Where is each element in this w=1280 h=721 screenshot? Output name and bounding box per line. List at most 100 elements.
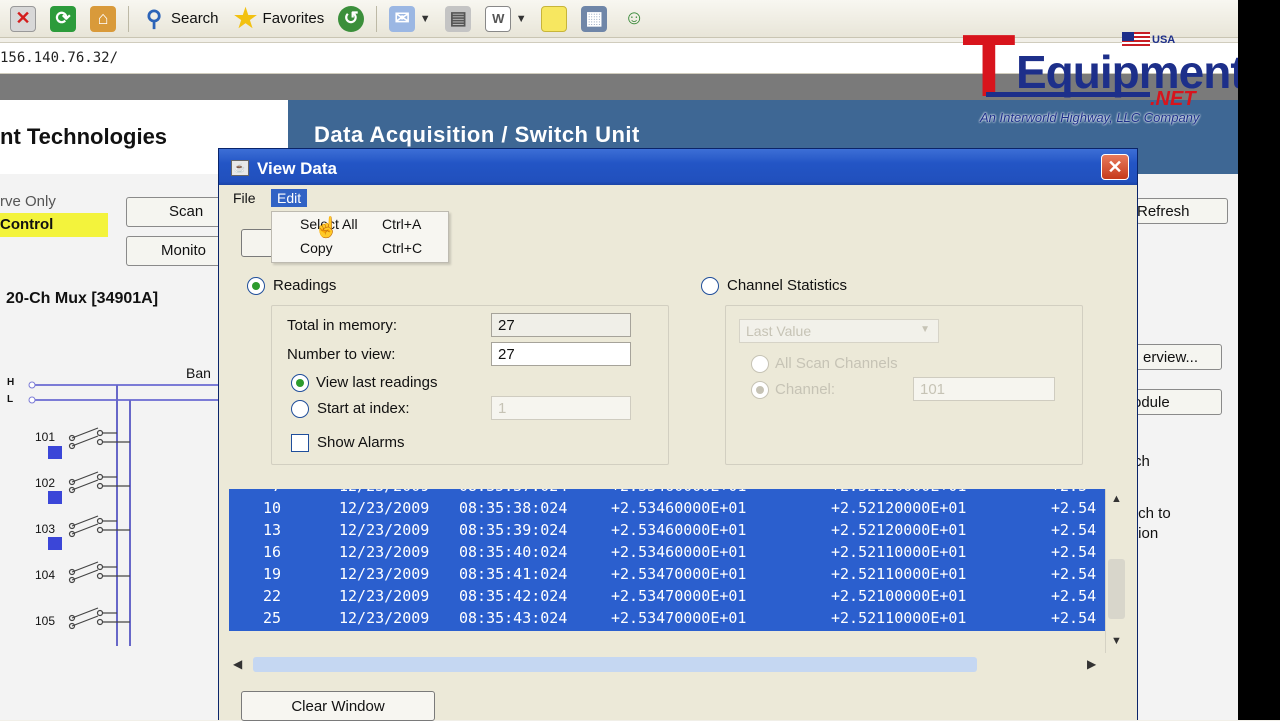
note-icon (541, 5, 568, 32)
refresh-browser-button[interactable]: ⟳ (46, 3, 80, 35)
messenger-button[interactable]: ☺ (617, 3, 651, 35)
clear-window-button[interactable]: Clear Window (241, 691, 435, 721)
search-icon: ⚲ (145, 5, 163, 31)
overview-button[interactable]: erview... (1128, 344, 1222, 370)
data-cell-time: 08:35:43:024 (459, 609, 568, 627)
channel-state-102[interactable] (48, 491, 62, 504)
observe-mode-label[interactable]: rve Only (0, 193, 56, 210)
tequipment-logo: T USA Equipment .NET An Interworld Highw… (962, 22, 1252, 132)
logo-underline (986, 92, 1150, 97)
home-button[interactable]: ⌂ (86, 3, 120, 35)
number-to-view-field[interactable]: 27 (491, 342, 631, 366)
favorites-button[interactable]: ★ Favorites (229, 3, 329, 35)
research-button[interactable]: ▦ (577, 3, 611, 35)
print-button[interactable]: ▤ (441, 3, 475, 35)
start-at-index-label: Start at index: (317, 400, 410, 417)
data-row[interactable]: 13 12/23/2009 08:35:39:024 +2.53460000E+01 +… (229, 521, 1105, 543)
scroll-up-icon[interactable]: ▲ (1111, 493, 1122, 505)
mail-button[interactable]: ✉ ▼ (385, 3, 435, 35)
history-button[interactable]: ↺ (334, 3, 368, 35)
scroll-left-icon[interactable]: ◀ (233, 657, 242, 671)
start-at-index-radio[interactable] (291, 400, 309, 418)
channel-label-104: 104 (35, 568, 56, 582)
total-in-memory-label: Total in memory: (287, 317, 398, 334)
view-last-readings-label: View last readings (316, 374, 438, 391)
statistic-select-value: Last Value (746, 323, 812, 339)
data-row[interactable]: 22 12/23/2009 08:35:42:024 +2.53470000E+01 +… (229, 587, 1105, 609)
menu-item-copy[interactable]: Copy (300, 240, 333, 256)
data-cell-num: 10 (262, 499, 281, 517)
module-button[interactable]: odule (1128, 389, 1222, 415)
data-row[interactable]: 25 12/23/2009 08:35:43:024 +2.53470000E+01 +… (229, 609, 1105, 631)
menu-file[interactable]: File (227, 189, 262, 207)
readings-data-pane[interactable]: 7 12/23/2009 08:35:37:024 +2.53460000E+01 +2… (229, 489, 1105, 631)
statistic-select: Last Value ▼ (739, 319, 939, 343)
overview-button-label: erview... (1143, 349, 1199, 366)
research-icon: ▦ (581, 5, 608, 32)
data-row[interactable]: 10 12/23/2009 08:35:38:024 +2.53460000E+01 +… (229, 499, 1105, 521)
edit-page-button[interactable]: W ▼ (481, 3, 531, 35)
dropdown-arrow-icon: ▼ (419, 12, 431, 25)
data-cell-date: 12/23/2009 (339, 587, 430, 605)
data-cell-v2: +2.52110000E+01 (831, 565, 967, 583)
history-icon: ↺ (338, 5, 365, 32)
data-cell-v2: +2.52120000E+01 (831, 499, 967, 517)
mux-module-title: 20-Ch Mux [34901A] (6, 290, 159, 307)
start-at-index-field: 1 (491, 396, 631, 420)
messenger-icon: ☺ (624, 7, 645, 29)
close-button[interactable]: ✕ (1101, 154, 1129, 180)
view-last-readings-radio[interactable] (291, 374, 309, 392)
channel-statistics-radio[interactable] (701, 277, 719, 295)
scroll-right-icon[interactable]: ▶ (1087, 657, 1096, 671)
dropdown-arrow-icon: ▼ (515, 12, 527, 25)
refresh-button[interactable]: Refresh (1136, 198, 1228, 224)
data-row[interactable]: 16 12/23/2009 08:35:40:024 +2.53460000E+01 +… (229, 543, 1105, 565)
logo-usa: USA (1152, 34, 1176, 46)
show-alarms-checkbox[interactable] (291, 434, 309, 452)
data-cell-num: 13 (262, 521, 281, 539)
data-cell-date: 12/23/2009 (339, 489, 429, 495)
data-cell-v3: +2.54 (1051, 565, 1097, 583)
vertical-scrollbar[interactable]: ▲ ▼ (1105, 489, 1127, 653)
data-cell-v1: +2.53470000E+01 (611, 609, 747, 627)
horizontal-scroll-thumb[interactable] (253, 657, 977, 672)
channel-state-101[interactable] (48, 446, 62, 459)
all-scan-channels-label: All Scan Channels (775, 355, 898, 372)
notes-button[interactable] (537, 3, 571, 35)
data-cell-v1: +2.53460000E+01 (611, 499, 747, 517)
address-url: 156.140.76.32/ (0, 50, 119, 66)
vertical-scroll-thumb[interactable] (1108, 559, 1125, 619)
total-in-memory-field: 27 (491, 313, 631, 337)
printer-icon: ▤ (445, 5, 472, 32)
monitor-button[interactable]: Monito (126, 236, 226, 266)
data-cell-v2: +2.52100000E+01 (831, 587, 967, 605)
logo-tagline: An Interworld Highway, LLC Company (980, 110, 1200, 125)
data-row[interactable]: 7 12/23/2009 08:35:37:024 +2.53460000E+01 +2… (229, 489, 1105, 499)
logo-net: .NET (1150, 88, 1196, 110)
menu-edit[interactable]: Edit (271, 189, 308, 207)
control-mode-label[interactable]: Control (0, 213, 108, 237)
dialog-titlebar[interactable]: ☕ View Data ✕ (219, 149, 1137, 185)
horizontal-scrollbar[interactable]: ◀ ▶ (229, 655, 1105, 675)
data-cell-v3: +2.54 (1051, 521, 1097, 539)
logo-word: Equipment (1016, 46, 1246, 98)
data-row[interactable]: 19 12/23/2009 08:35:41:024 +2.53470000E+01 +… (229, 565, 1105, 587)
data-cell-num: 25 (262, 609, 281, 627)
channel-radio (751, 381, 769, 399)
readings-radio[interactable] (247, 277, 265, 295)
channel-state-103[interactable] (48, 537, 62, 550)
chevron-down-icon: ▼ (920, 324, 930, 335)
edit-icon: W (485, 5, 512, 32)
data-cell-v3: +2.54 (1051, 499, 1097, 517)
home-icon: ⌂ (90, 5, 116, 32)
scroll-down-icon[interactable]: ▼ (1111, 635, 1122, 647)
data-cell-num: 16 (262, 543, 281, 561)
shortcut-select-all: Ctrl+A (382, 216, 422, 232)
data-cell-num: 7 (239, 489, 281, 495)
stop-button[interactable]: ✕ (6, 3, 40, 35)
edit-dropdown-menu: Select All Ctrl+A Copy Ctrl+C (271, 211, 449, 263)
scan-button[interactable]: Scan (126, 197, 226, 227)
data-cell-time: 08:35:40:024 (459, 543, 568, 561)
star-icon: ★ (233, 3, 258, 33)
search-button[interactable]: ⚲ Search (137, 3, 223, 35)
